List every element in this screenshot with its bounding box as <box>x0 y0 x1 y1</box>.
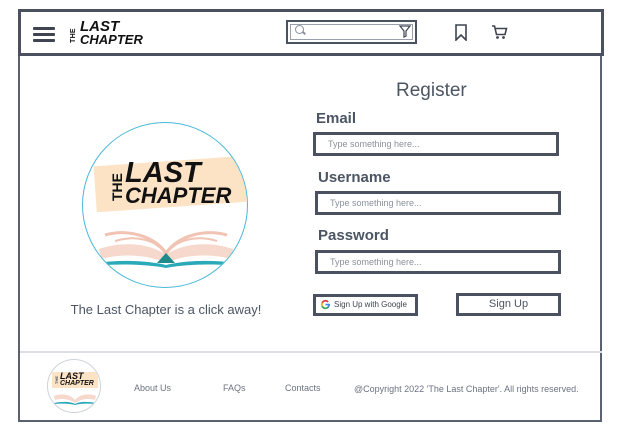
tagline: The Last Chapter is a click away! <box>70 302 262 317</box>
bookmark-icon[interactable] <box>455 24 467 41</box>
search-input[interactable] <box>290 24 413 40</box>
email-field-box <box>313 132 559 156</box>
email-label: Email <box>316 110 357 127</box>
search-bar[interactable] <box>286 20 417 44</box>
email-field[interactable] <box>316 135 556 153</box>
password-field[interactable] <box>318 253 558 271</box>
filter-icon[interactable] <box>399 25 411 38</box>
footer-book-icon <box>54 394 96 405</box>
google-signup-button[interactable]: Sign Up with Google <box>313 294 418 316</box>
footer-link-contacts[interactable]: Contacts <box>285 383 321 393</box>
brand-word-chapter: CHAPTER <box>80 32 143 47</box>
copyright-text: @Copyright 2022 'The Last Chapter'. All … <box>354 384 579 394</box>
top-navbar: THE LAST CHAPTER <box>18 9 604 56</box>
footer-logo[interactable]: THE LAST CHAPTER <box>47 359 101 413</box>
google-icon <box>320 299 331 310</box>
cart-icon[interactable] <box>491 25 508 40</box>
logo-word-chapter: CHAPTER <box>125 183 232 208</box>
hero-logo: THE LAST CHAPTER <box>82 122 248 288</box>
username-field-box <box>315 191 561 215</box>
brand-the: THE <box>70 28 77 43</box>
footer-link-faqs[interactable]: FAQs <box>223 383 246 393</box>
username-field[interactable] <box>318 194 558 212</box>
open-book-icon <box>97 231 235 268</box>
username-label: Username <box>318 169 391 186</box>
google-signup-label: Sign Up with Google <box>334 300 407 309</box>
password-label: Password <box>318 227 389 244</box>
form-title: Register <box>396 80 467 101</box>
logo-the: THE <box>109 173 125 201</box>
signup-button[interactable]: Sign Up <box>456 293 561 316</box>
password-field-box <box>315 250 561 274</box>
footer-logo-word-chapter: CHAPTER <box>60 380 94 387</box>
menu-icon[interactable] <box>33 26 57 42</box>
search-icon <box>295 25 304 34</box>
footer-logo-the: THE <box>54 376 59 384</box>
footer-divider <box>20 351 602 353</box>
footer-link-about[interactable]: About Us <box>134 383 171 393</box>
